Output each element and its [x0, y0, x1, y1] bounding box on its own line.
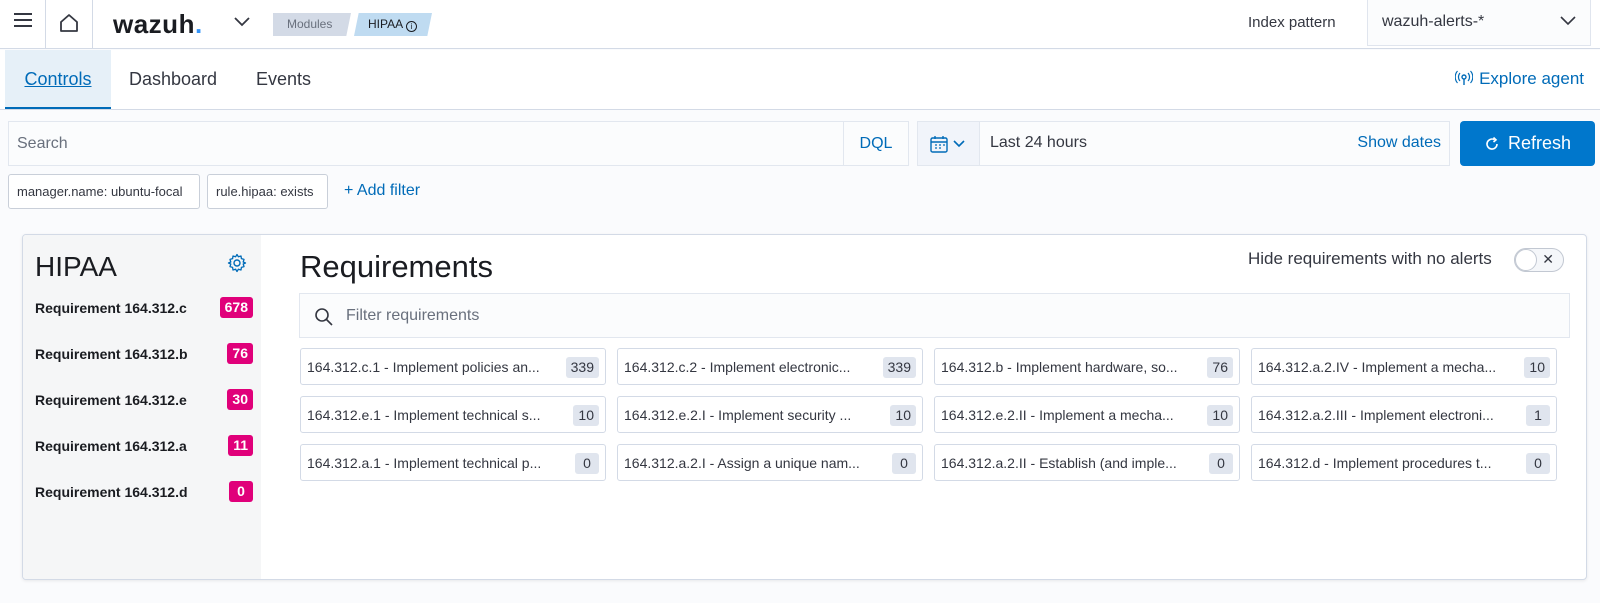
requirement-card-count: 339 [882, 357, 916, 378]
requirement-card[interactable]: 164.312.d - Implement procedures t... 0 [1251, 444, 1557, 481]
sidebar-title: HIPAA [35, 251, 117, 282]
close-icon: ✕ [1542, 251, 1554, 267]
requirement-card-text: 164.312.a.2.IV - Implement a mecha... [1258, 359, 1497, 375]
requirement-card-text: 164.312.c.2 - Implement electronic... [624, 359, 851, 375]
filter-pill-hipaa[interactable]: rule.hipaa: exists [207, 174, 328, 209]
requirement-count-badge: 11 [228, 435, 253, 456]
sidebar-requirement-164-312-b[interactable]: Requirement 164.312.b 76 [35, 343, 253, 365]
quick-select-button[interactable] [918, 122, 980, 165]
menu-icon[interactable] [14, 10, 36, 32]
requirement-card-count: 1 [1526, 405, 1550, 426]
requirement-count-badge: 30 [227, 389, 253, 410]
requirement-card[interactable]: 164.312.e.1 - Implement technical s... 10 [300, 396, 606, 433]
requirement-card-text: 164.312.a.2.III - Implement electroni... [1258, 407, 1494, 423]
show-dates-link[interactable]: Show dates [1357, 134, 1441, 152]
sidebar-requirement-164-312-e[interactable]: Requirement 164.312.e 30 [35, 389, 253, 411]
add-filter-button[interactable]: + Add filter [344, 182, 420, 200]
requirement-card-count: 10 [1524, 357, 1550, 378]
requirement-card[interactable]: 164.312.c.1 - Implement policies an... 33… [300, 348, 606, 385]
requirement-card[interactable]: 164.312.b - Implement hardware, so... 76 [934, 348, 1240, 385]
explore-agent-link[interactable]: Explore agent [1454, 69, 1584, 89]
home-icon [60, 14, 78, 32]
tab-controls[interactable]: Controls [5, 50, 111, 109]
top-header: wazuh. Modules HIPAA i Index pattern wazu… [0, 0, 1600, 49]
wazuh-logo[interactable]: wazuh. [113, 9, 203, 40]
requirement-card-count: 76 [1207, 357, 1233, 378]
refresh-button[interactable]: Refresh [1460, 121, 1595, 166]
date-range-text[interactable]: Last 24 hours [990, 134, 1087, 152]
requirement-card-text: 164.312.a.1 - Implement technical p... [307, 455, 542, 471]
sidebar-requirement-164-312-c[interactable]: Requirement 164.312.c 678 [35, 297, 253, 319]
breadcrumb-modules[interactable]: Modules [273, 13, 351, 36]
filter-requirements-field[interactable] [299, 293, 1570, 338]
refresh-icon [1486, 136, 1498, 150]
requirement-card-text: 164.312.c.1 - Implement policies an... [307, 359, 540, 375]
requirement-card-count: 0 [575, 453, 599, 474]
requirement-card[interactable]: 164.312.a.2.III - Implement electroni...… [1251, 396, 1557, 433]
requirement-label: Requirement 164.312.b [35, 346, 188, 362]
requirement-card[interactable]: 164.312.a.1 - Implement technical p... 0 [300, 444, 606, 481]
tab-events[interactable]: Events [256, 50, 311, 109]
requirement-card-text: 164.312.e.2.I - Implement security ... [624, 407, 852, 423]
requirement-card-text: 164.312.b - Implement hardware, so... [941, 359, 1178, 375]
gear-icon[interactable] [227, 253, 247, 273]
filter-requirements-input[interactable] [346, 304, 1246, 328]
requirement-card[interactable]: 164.312.a.2.II - Establish (and imple...… [934, 444, 1240, 481]
date-picker[interactable]: Last 24 hours Show dates [917, 121, 1450, 166]
requirement-card[interactable]: 164.312.a.2.IV - Implement a mecha... 10 [1251, 348, 1557, 385]
requirement-label: Requirement 164.312.c [35, 300, 187, 316]
requirement-card-count: 10 [1207, 405, 1233, 426]
info-icon[interactable]: i [406, 21, 418, 32]
chevron-down-icon[interactable] [233, 16, 251, 28]
requirement-card-count: 0 [1209, 453, 1233, 474]
sidebar-requirement-164-312-a[interactable]: Requirement 164.312.a 11 [35, 435, 253, 457]
search-icon [315, 308, 333, 326]
requirement-card[interactable]: 164.312.e.2.II - Implement a mecha... 10 [934, 396, 1240, 433]
requirement-label: Requirement 164.312.d [35, 484, 188, 500]
antenna-icon [1454, 70, 1474, 85]
requirement-card[interactable]: 164.312.e.2.I - Implement security ... 10 [617, 396, 923, 433]
chevron-down-icon [1560, 16, 1576, 26]
requirement-card-count: 339 [565, 357, 599, 378]
requirement-card-count: 0 [892, 453, 916, 474]
home-button[interactable] [45, 0, 93, 49]
requirement-label: Requirement 164.312.a [35, 438, 187, 454]
filter-pill-manager[interactable]: manager.name: ubuntu-focal [8, 174, 200, 209]
hide-no-alerts-label: Hide requirements with no alerts [1248, 249, 1492, 268]
search-input[interactable]: Search DQL [8, 121, 909, 166]
index-pattern-label: Index pattern [1248, 14, 1336, 31]
query-language-button[interactable]: DQL [843, 122, 908, 165]
hide-no-alerts-toggle[interactable]: ✕ [1514, 248, 1564, 272]
requirement-card-text: 164.312.e.2.II - Implement a mecha... [941, 407, 1174, 423]
requirement-card-count: 10 [890, 405, 916, 426]
requirements-panel: HIPAA Requirement 164.312.c 678 Requirem… [22, 234, 1587, 580]
requirements-title: Requirements [300, 249, 493, 284]
requirement-card-text: 164.312.d - Implement procedures t... [1258, 455, 1492, 471]
requirement-label: Requirement 164.312.e [35, 392, 187, 408]
requirements-sidebar: HIPAA Requirement 164.312.c 678 Requirem… [23, 235, 261, 579]
requirement-card-text: 164.312.e.1 - Implement technical s... [307, 407, 541, 423]
toggle-knob [1515, 249, 1537, 271]
requirement-card-count: 0 [1526, 453, 1550, 474]
requirement-count-badge: 76 [227, 343, 253, 364]
requirement-count-badge: 678 [219, 297, 253, 318]
tab-bar: Controls Dashboard Events Explore agent [0, 50, 1600, 110]
requirement-card[interactable]: 164.312.a.2.I - Assign a unique nam... 0 [617, 444, 923, 481]
breadcrumb-hipaa[interactable]: HIPAA i [354, 13, 432, 36]
calendar-icon [930, 136, 965, 153]
requirement-card-text: 164.312.a.2.II - Establish (and imple... [941, 455, 1177, 471]
requirement-card-text: 164.312.a.2.I - Assign a unique nam... [624, 455, 860, 471]
sidebar-requirement-164-312-d[interactable]: Requirement 164.312.d 0 [35, 481, 253, 503]
requirement-card[interactable]: 164.312.c.2 - Implement electronic... 339 [617, 348, 923, 385]
requirement-card-count: 10 [573, 405, 599, 426]
requirement-count-badge: 0 [229, 481, 253, 502]
index-pattern-select[interactable]: wazuh-alerts-* [1367, 0, 1591, 46]
tab-dashboard[interactable]: Dashboard [129, 50, 217, 109]
search-placeholder: Search [17, 135, 68, 152]
